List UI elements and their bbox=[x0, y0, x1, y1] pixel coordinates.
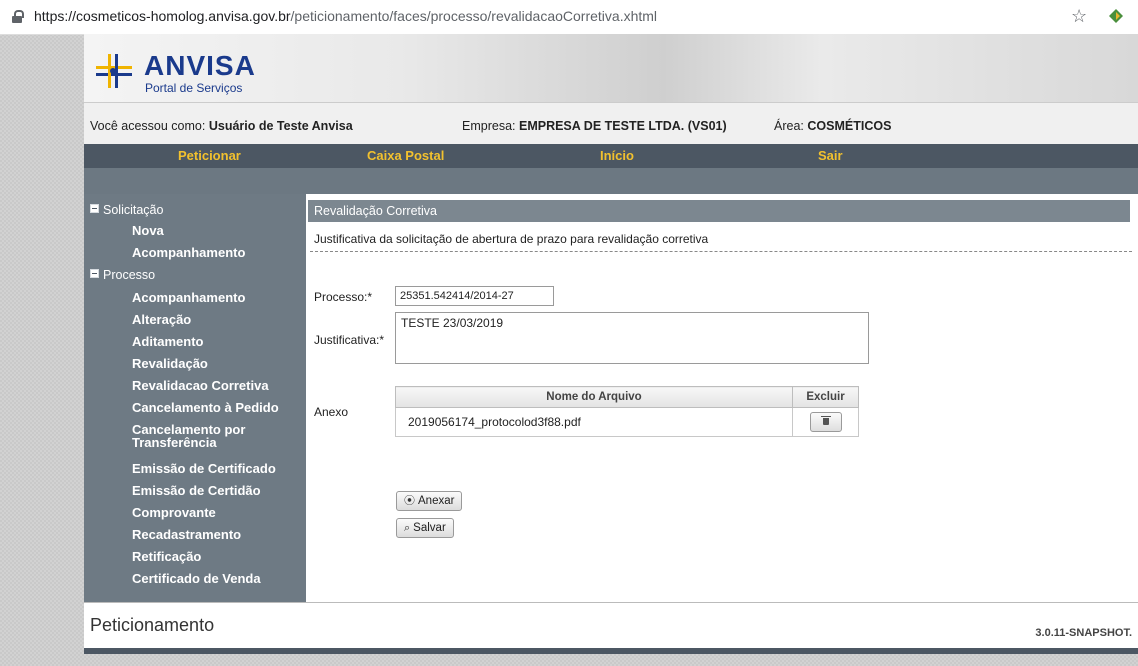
sidebar-section-solicitacao[interactable]: Solicitação bbox=[90, 203, 163, 217]
sidebar-item-cancelamento-transferencia[interactable]: Cancelamento por Transferência bbox=[132, 423, 245, 449]
company-name: EMPRESA DE TESTE LTDA. (VS01) bbox=[518, 119, 727, 133]
url-host: https://cosmeticos-homolog.anvisa.gov.br bbox=[34, 8, 291, 24]
nav-inicio[interactable]: Início bbox=[600, 148, 634, 163]
salvar-button[interactable]: ⌕ Salvar bbox=[396, 518, 454, 538]
sidebar-item-aditamento[interactable]: Aditamento bbox=[132, 335, 204, 348]
sidebar-item-certificado-venda[interactable]: Certificado de Venda bbox=[132, 572, 261, 585]
user-label: Você acessou como: bbox=[90, 119, 206, 133]
lock-icon bbox=[12, 10, 24, 23]
sidebar-item-retificacao[interactable]: Retificação bbox=[132, 550, 201, 563]
sidebar-item-revalidacao-corretiva[interactable]: Revalidacao Corretiva bbox=[132, 379, 269, 392]
sidebar-item-recadastramento[interactable]: Recadastramento bbox=[132, 528, 241, 541]
logo-title: ANVISA bbox=[144, 50, 256, 81]
anexar-button[interactable]: ⦿ Anexar bbox=[396, 491, 463, 511]
paperclip-icon: ⦿ bbox=[404, 495, 415, 507]
section-title-bar: Revalidação Corretiva bbox=[308, 200, 1130, 222]
anexar-label: Anexar bbox=[418, 495, 455, 507]
footer-bottom-bar bbox=[84, 648, 1138, 654]
url-text[interactable]: https://cosmeticos-homolog.anvisa.gov.br… bbox=[34, 8, 657, 24]
processo-input[interactable] bbox=[395, 286, 554, 306]
sidebar-item-alteracao[interactable]: Alteração bbox=[132, 313, 191, 326]
collapse-icon bbox=[90, 269, 99, 278]
user-info: Você acessou como: Usuário de Teste Anvi… bbox=[90, 119, 353, 133]
nav-caixa-postal[interactable]: Caixa Postal bbox=[367, 148, 444, 163]
app-frame: ANVISA Portal de Serviços Você acessou c… bbox=[84, 34, 1138, 654]
header-banner: ANVISA Portal de Serviços bbox=[84, 34, 1138, 102]
nav-subbar bbox=[84, 168, 1138, 194]
anexo-label: Anexo bbox=[314, 405, 349, 419]
footer-version: 3.0.11-SNAPSHOT. bbox=[1035, 627, 1132, 639]
attachments-table: Nome do Arquivo Excluir 2019056174_proto… bbox=[395, 386, 859, 437]
main-content: Revalidação Corretiva Justificativa da s… bbox=[306, 194, 1138, 602]
justificativa-textarea[interactable]: TESTE 23/03/2019 bbox=[395, 312, 869, 364]
anvisa-logo-icon bbox=[96, 54, 132, 88]
sidebar-item-label: Transferência bbox=[132, 435, 217, 450]
company-info: Empresa: EMPRESA DE TESTE LTDA. (VS01) bbox=[462, 119, 727, 133]
company-label: Empresa: bbox=[462, 119, 516, 133]
url-path: /peticionamento/faces/processo/revalidac… bbox=[290, 8, 658, 24]
column-header-nome-arquivo: Nome do Arquivo bbox=[395, 386, 793, 408]
sidebar-item-cancelamento-pedido[interactable]: Cancelamento à Pedido bbox=[132, 401, 279, 414]
sidebar-section-label: Solicitação bbox=[103, 203, 164, 217]
collapse-icon bbox=[90, 204, 99, 213]
area-name: COSMÉTICOS bbox=[807, 119, 892, 133]
file-name-cell: 2019056174_protocolod3f88.pdf bbox=[395, 407, 793, 437]
sidebar-item-comprovante[interactable]: Comprovante bbox=[132, 506, 216, 519]
divider bbox=[310, 251, 1132, 252]
form-subtitle: Justificativa da solicitação de abertura… bbox=[314, 232, 709, 246]
footer-app-name: Peticionamento bbox=[90, 615, 215, 635]
delete-cell bbox=[792, 407, 859, 437]
sidebar-item-solicitacao-acompanhamento[interactable]: Acompanhamento bbox=[132, 246, 245, 259]
browser-address-bar[interactable]: https://cosmeticos-homolog.anvisa.gov.br… bbox=[0, 0, 1138, 35]
salvar-label: Salvar bbox=[413, 522, 446, 534]
star-icon[interactable]: ☆ bbox=[1071, 6, 1087, 27]
footer: Peticionamento 3.0.11-SNAPSHOT. bbox=[84, 602, 1138, 649]
sidebar-section-label: Processo bbox=[103, 268, 156, 282]
top-nav: Peticionar Caixa Postal Início Sair bbox=[84, 144, 1138, 168]
justificativa-label: Justificativa:* bbox=[314, 333, 385, 347]
extension-icon[interactable] bbox=[1107, 8, 1125, 26]
processo-label: Processo:* bbox=[314, 290, 373, 304]
user-name: Usuário de Teste Anvisa bbox=[208, 119, 353, 133]
table-header-row: Nome do Arquivo Excluir bbox=[395, 386, 859, 408]
sidebar: Solicitação Nova Acompanhamento Processo… bbox=[84, 194, 306, 602]
area-label: Área: bbox=[774, 119, 804, 133]
sidebar-item-revalidacao[interactable]: Revalidação bbox=[132, 357, 208, 370]
table-row: 2019056174_protocolod3f88.pdf bbox=[395, 407, 859, 437]
sidebar-item-nova[interactable]: Nova bbox=[132, 224, 164, 237]
search-icon: ⌕ bbox=[404, 522, 411, 534]
sidebar-item-emissao-certificado[interactable]: Emissão de Certificado bbox=[132, 462, 276, 475]
logo-subtitle: Portal de Serviços bbox=[145, 81, 243, 95]
sidebar-item-processo-acompanhamento[interactable]: Acompanhamento bbox=[132, 291, 245, 304]
sidebar-item-emissao-certidao[interactable]: Emissão de Certidão bbox=[132, 484, 261, 497]
column-header-excluir: Excluir bbox=[792, 386, 859, 408]
section-title: Revalidação Corretiva bbox=[314, 204, 437, 218]
sidebar-section-processo[interactable]: Processo bbox=[90, 268, 155, 282]
area-info: Área: COSMÉTICOS bbox=[774, 119, 891, 133]
user-info-bar: Você acessou como: Usuário de Teste Anvi… bbox=[84, 102, 1138, 145]
nav-peticionar[interactable]: Peticionar bbox=[178, 148, 241, 163]
trash-icon[interactable] bbox=[809, 412, 842, 432]
nav-sair[interactable]: Sair bbox=[818, 148, 843, 163]
